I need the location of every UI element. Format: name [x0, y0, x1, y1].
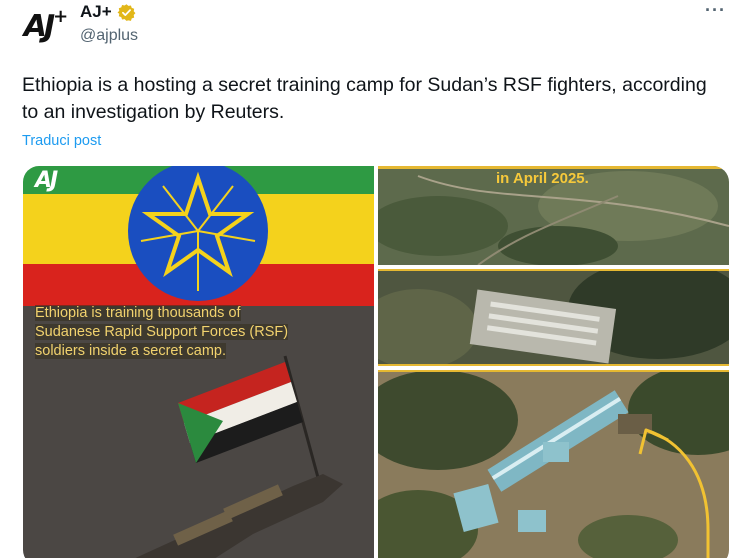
author-name-row: AJ+ [80, 2, 136, 22]
date-annotation: in April 2025. [496, 170, 589, 187]
satellite-image-3 [378, 370, 729, 558]
post-text: Ethiopia is a hosting a secret training … [22, 74, 707, 123]
media-image-satellite-3[interactable] [378, 370, 729, 558]
avatar[interactable]: AJ + [22, 4, 69, 48]
satellite-image-2 [378, 269, 729, 366]
media-image-satellite-1[interactable]: in April 2025. [378, 166, 729, 265]
media-image-satellite-2[interactable] [378, 269, 729, 366]
post-media-grid[interactable]: AJ Ethiopia is training thousands of Sud… [23, 166, 729, 558]
author-handle[interactable]: @ajplus [80, 27, 138, 45]
avatar-logo-plus: + [53, 5, 68, 27]
aj-logo-mark: AJ [35, 168, 58, 193]
translate-post-link[interactable]: Traduci post [22, 133, 101, 149]
author-display-name[interactable]: AJ+ [80, 2, 112, 22]
flag-illustration [23, 166, 374, 558]
avatar-logo: AJ [23, 8, 55, 44]
verified-badge-icon [117, 3, 136, 21]
image-caption: Ethiopia is training thousands of Sudane… [35, 305, 289, 359]
media-image-flag[interactable]: AJ Ethiopia is training thousands of Sud… [23, 166, 374, 558]
more-options-icon[interactable]: ··· [705, 0, 726, 21]
